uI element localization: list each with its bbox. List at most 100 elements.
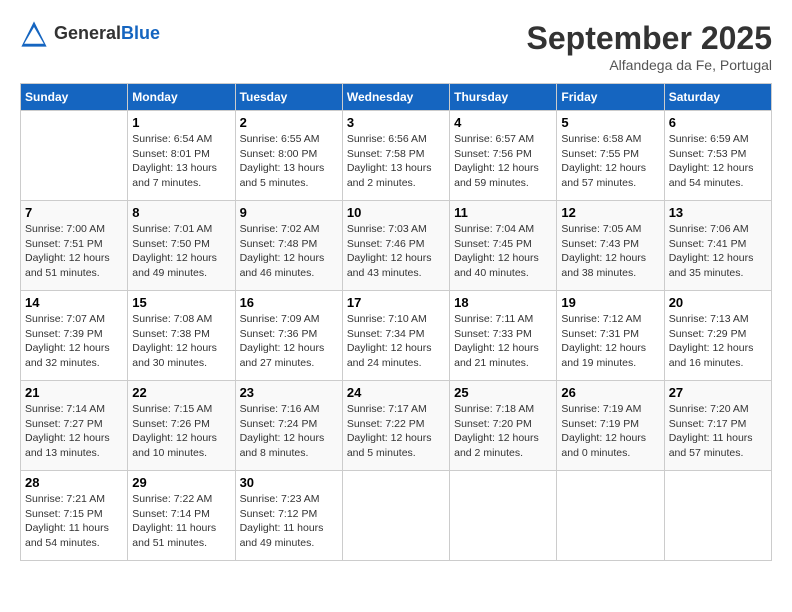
cell-info-line: and 27 minutes. [240, 357, 315, 369]
weekday-header-monday: Monday [128, 84, 235, 111]
cell-info-line: Sunrise: 7:18 AM [454, 403, 534, 415]
day-number: 30 [240, 475, 338, 490]
calendar-week-row: 14Sunrise: 7:07 AMSunset: 7:39 PMDayligh… [21, 291, 772, 381]
cell-info-line: Sunset: 7:38 PM [132, 328, 210, 340]
calendar-cell: 23Sunrise: 7:16 AMSunset: 7:24 PMDayligh… [235, 381, 342, 471]
calendar-cell [664, 471, 771, 561]
cell-info-line: Sunrise: 7:04 AM [454, 223, 534, 235]
cell-info-line: Sunset: 7:12 PM [240, 508, 318, 520]
cell-info: Sunrise: 6:54 AMSunset: 8:01 PMDaylight:… [132, 132, 230, 191]
cell-info-line: and 46 minutes. [240, 267, 315, 279]
cell-info-line: Sunset: 7:58 PM [347, 148, 425, 160]
calendar-cell [450, 471, 557, 561]
logo: GeneralBlue [20, 20, 160, 48]
calendar-cell [21, 111, 128, 201]
calendar-cell: 17Sunrise: 7:10 AMSunset: 7:34 PMDayligh… [342, 291, 449, 381]
cell-info-line: Daylight: 12 hours [347, 432, 432, 444]
cell-info-line: Sunrise: 7:01 AM [132, 223, 212, 235]
day-number: 2 [240, 115, 338, 130]
cell-info-line: Daylight: 12 hours [454, 162, 539, 174]
cell-info-line: Sunrise: 7:06 AM [669, 223, 749, 235]
cell-info-line: Daylight: 12 hours [132, 342, 217, 354]
cell-info-line: Daylight: 13 hours [240, 162, 325, 174]
day-number: 26 [561, 385, 659, 400]
cell-info-line: Sunset: 7:53 PM [669, 148, 747, 160]
cell-info-line: and 30 minutes. [132, 357, 207, 369]
calendar-cell: 30 Sunrise: 7:23 AMSunset: 7:12 PMDayligh… [235, 471, 342, 561]
cell-info: Sunrise: 7:09 AMSunset: 7:36 PMDaylight:… [240, 312, 338, 371]
cell-info: Sunrise: 7:16 AMSunset: 7:24 PMDaylight:… [240, 402, 338, 461]
day-number: 17 [347, 295, 445, 310]
cell-info-line: Sunrise: 6:54 AM [132, 133, 212, 145]
cell-info-line: Sunset: 7:39 PM [25, 328, 103, 340]
cell-info-line: Sunset: 7:48 PM [240, 238, 318, 250]
calendar-table: SundayMondayTuesdayWednesdayThursdayFrid… [20, 83, 772, 561]
cell-info-line: Sunrise: 7:08 AM [132, 313, 212, 325]
cell-info-line: Daylight: 12 hours [240, 252, 325, 264]
cell-info-line: Sunset: 7:31 PM [561, 328, 639, 340]
cell-info-line: Sunrise: 6:56 AM [347, 133, 427, 145]
cell-info: Sunrise: 7:07 AMSunset: 7:39 PMDaylight:… [25, 312, 123, 371]
cell-info-line: Sunset: 8:00 PM [240, 148, 318, 160]
calendar-cell: 26Sunrise: 7:19 AMSunset: 7:19 PMDayligh… [557, 381, 664, 471]
cell-info-line: Sunset: 7:56 PM [454, 148, 532, 160]
cell-info-line: Sunset: 7:17 PM [669, 418, 747, 430]
cell-info-line: Sunrise: 7:02 AM [240, 223, 320, 235]
cell-info: Sunrise: 7:12 AMSunset: 7:31 PMDaylight:… [561, 312, 659, 371]
cell-info-line: Sunset: 7:26 PM [132, 418, 210, 430]
calendar-cell: 2 Sunrise: 6:55 AM Sunset: 8:00 PM Daylight… [235, 111, 342, 201]
cell-info: Sunrise: 7:23 AMSunset: 7:12 PMDaylight:… [240, 492, 338, 551]
cell-info-line: Sunset: 7:51 PM [25, 238, 103, 250]
calendar-week-row: 21Sunrise: 7:14 AMSunset: 7:27 PMDayligh… [21, 381, 772, 471]
cell-info-line: Daylight: 12 hours [132, 252, 217, 264]
cell-info: Sunrise: 7:02 AM Sunset: 7:48 PM Daylight:… [240, 222, 338, 281]
cell-info-line: Daylight: 12 hours [132, 432, 217, 444]
day-number: 13 [669, 205, 767, 220]
weekday-header-row: SundayMondayTuesdayWednesdayThursdayFrid… [21, 84, 772, 111]
cell-info: Sunrise: 6:57 AMSunset: 7:56 PMDaylight:… [454, 132, 552, 191]
calendar-cell: 24Sunrise: 7:17 AMSunset: 7:22 PMDayligh… [342, 381, 449, 471]
calendar-cell: 18Sunrise: 7:11 AMSunset: 7:33 PMDayligh… [450, 291, 557, 381]
day-number: 6 [669, 115, 767, 130]
cell-info: Sunrise: 7:03 AMSunset: 7:46 PMDaylight:… [347, 222, 445, 281]
cell-info-line: Sunrise: 7:05 AM [561, 223, 641, 235]
cell-info: Sunrise: 7:15 AMSunset: 7:26 PMDaylight:… [132, 402, 230, 461]
cell-info: Sunrise: 6:56 AMSunset: 7:58 PMDaylight:… [347, 132, 445, 191]
cell-info-line: Sunrise: 7:17 AM [347, 403, 427, 415]
cell-info-line: and 0 minutes. [561, 447, 630, 459]
cell-info-line: and 10 minutes. [132, 447, 207, 459]
cell-info-line: Sunrise: 6:55 AM [240, 133, 320, 145]
day-number: 4 [454, 115, 552, 130]
cell-info-line: Daylight: 12 hours [561, 162, 646, 174]
cell-info-line: Sunset: 7:50 PM [132, 238, 210, 250]
cell-info-line: Daylight: 12 hours [240, 342, 325, 354]
cell-info-line: Sunset: 7:19 PM [561, 418, 639, 430]
day-number: 25 [454, 385, 552, 400]
cell-info-line: Sunrise: 7:13 AM [669, 313, 749, 325]
calendar-cell: 13Sunrise: 7:06 AMSunset: 7:41 PMDayligh… [664, 201, 771, 291]
day-number: 3 [347, 115, 445, 130]
cell-info-line: Daylight: 11 hours [25, 522, 109, 534]
cell-info-line: Sunrise: 7:03 AM [347, 223, 427, 235]
cell-info-line: Sunrise: 7:12 AM [561, 313, 641, 325]
cell-info: Sunrise: 7:05 AMSunset: 7:43 PMDaylight:… [561, 222, 659, 281]
cell-info-line: and 5 minutes. [240, 177, 309, 189]
cell-info-line: Daylight: 12 hours [669, 342, 754, 354]
day-number: 7 [25, 205, 123, 220]
cell-info: Sunrise: 7:01 AM Sunset: 7:50 PM Daylight:… [132, 222, 230, 281]
cell-info-line: and 35 minutes. [669, 267, 744, 279]
cell-info: Sunrise: 7:13 AMSunset: 7:29 PMDaylight:… [669, 312, 767, 371]
cell-info: Sunrise: 7:00 AMSunset: 7:51 PMDaylight:… [25, 222, 123, 281]
cell-info: Sunrise: 7:20 AMSunset: 7:17 PMDaylight:… [669, 402, 767, 461]
cell-info-line: Daylight: 11 hours [669, 432, 753, 444]
cell-info-line: Sunrise: 7:11 AM [454, 313, 533, 325]
day-number: 19 [561, 295, 659, 310]
location-subtitle: Alfandega da Fe, Portugal [527, 57, 772, 73]
weekday-header-tuesday: Tuesday [235, 84, 342, 111]
cell-info-line: Sunrise: 7:07 AM [25, 313, 105, 325]
cell-info-line: Sunset: 7:22 PM [347, 418, 425, 430]
cell-info: Sunrise: 6:59 AMSunset: 7:53 PMDaylight:… [669, 132, 767, 191]
calendar-cell: 22Sunrise: 7:15 AMSunset: 7:26 PMDayligh… [128, 381, 235, 471]
cell-info: Sunrise: 7:21 AMSunset: 7:15 PMDaylight:… [25, 492, 123, 551]
cell-info-line: Sunrise: 7:21 AM [25, 493, 105, 505]
